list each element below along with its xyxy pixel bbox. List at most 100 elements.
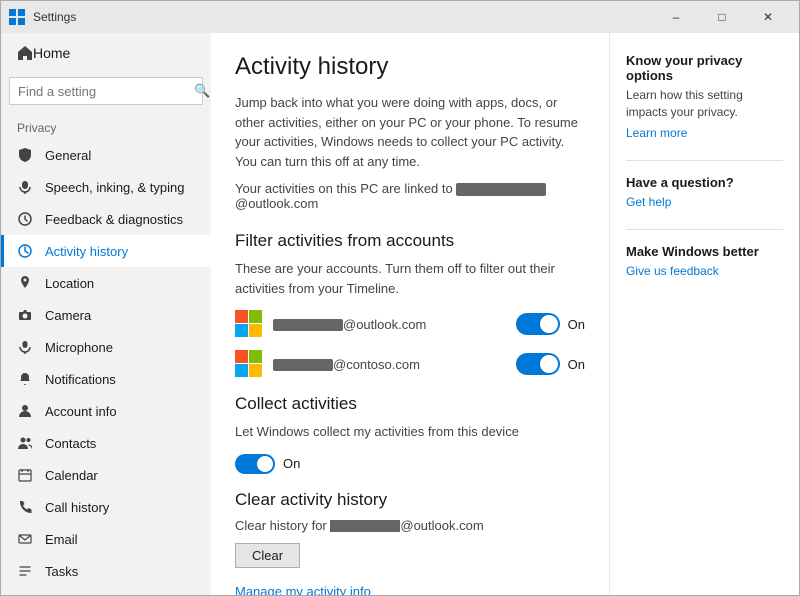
- sidebar-item-notifications[interactable]: Notifications: [1, 363, 211, 395]
- right-panel: Know your privacy options Learn how this…: [609, 33, 799, 595]
- toggle-label-2: On: [568, 357, 585, 372]
- sidebar-item-label: Contacts: [45, 436, 96, 451]
- tasks-icon: [17, 563, 33, 579]
- account-email-2: @contoso.com: [273, 357, 506, 372]
- people-icon: [17, 435, 33, 451]
- collect-section-title: Collect activities: [235, 394, 585, 414]
- bell-icon: [17, 371, 33, 387]
- person-icon: [17, 403, 33, 419]
- filter-section-desc: These are your accounts. Turn them off t…: [235, 259, 585, 298]
- right-feedback-title: Make Windows better: [626, 244, 783, 259]
- sidebar: Home 🔍 Privacy General Speech, inkin: [1, 33, 211, 595]
- calendar-icon: [17, 467, 33, 483]
- clear-section: Clear activity history Clear history for…: [235, 490, 585, 568]
- search-box[interactable]: 🔍: [9, 77, 203, 105]
- toggle-account-2[interactable]: [516, 353, 560, 375]
- collect-toggle-label: On: [283, 456, 300, 471]
- right-section-question: Have a question? Get help: [626, 175, 783, 209]
- sidebar-item-tasks[interactable]: Tasks: [1, 555, 211, 587]
- sidebar-item-account-info[interactable]: Account info: [1, 395, 211, 427]
- clock-icon: [17, 243, 33, 259]
- sidebar-item-calendar[interactable]: Calendar: [1, 459, 211, 491]
- account-row-2: @contoso.com On: [235, 350, 585, 378]
- sidebar-item-label: Email: [45, 532, 78, 547]
- feedback-icon: [17, 211, 33, 227]
- right-divider-2: [626, 229, 783, 230]
- shield-icon: [17, 147, 33, 163]
- ms-logo-1: [235, 310, 263, 338]
- app-icon: [9, 9, 25, 25]
- window-title: Settings: [33, 10, 653, 24]
- sidebar-item-label: Call history: [45, 500, 109, 515]
- privacy-section-label: Privacy: [1, 113, 211, 139]
- toggle-container-1: On: [516, 313, 585, 335]
- email-icon: [17, 531, 33, 547]
- collect-section: Collect activities Let Windows collect m…: [235, 394, 585, 474]
- main-content: Activity history Jump back into what you…: [211, 33, 609, 595]
- camera-icon: [17, 307, 33, 323]
- content-area: Home 🔍 Privacy General Speech, inkin: [1, 33, 799, 595]
- sidebar-item-label: Account info: [45, 404, 117, 419]
- sidebar-item-home[interactable]: Home: [1, 33, 211, 73]
- toggle-container-2: On: [516, 353, 585, 375]
- right-divider-1: [626, 160, 783, 161]
- sidebar-item-label: Camera: [45, 308, 91, 323]
- clear-section-title: Clear activity history: [235, 490, 585, 510]
- toggle-account-1[interactable]: [516, 313, 560, 335]
- sidebar-item-label: Calendar: [45, 468, 98, 483]
- sidebar-item-speech[interactable]: Speech, inking, & typing: [1, 171, 211, 203]
- sidebar-item-camera[interactable]: Camera: [1, 299, 211, 331]
- sidebar-item-microphone[interactable]: Microphone: [1, 331, 211, 363]
- sidebar-item-label: Activity history: [45, 244, 128, 259]
- sidebar-item-call-history[interactable]: Call history: [1, 491, 211, 523]
- give-feedback-link[interactable]: Give us feedback: [626, 264, 719, 278]
- settings-window: Settings – □ ✕ Home 🔍: [0, 0, 800, 596]
- sidebar-item-label: Tasks: [45, 564, 78, 579]
- sidebar-item-label: Feedback & diagnostics: [45, 212, 183, 227]
- sidebar-item-general[interactable]: General: [1, 139, 211, 171]
- page-description: Jump back into what you were doing with …: [235, 93, 585, 171]
- filter-section: Filter activities from accounts These ar…: [235, 231, 585, 378]
- sidebar-item-label: General: [45, 148, 91, 163]
- account-row-1: @outlook.com On: [235, 310, 585, 338]
- right-question-title: Have a question?: [626, 175, 783, 190]
- sidebar-item-label: Microphone: [45, 340, 113, 355]
- sidebar-item-label: Speech, inking, & typing: [45, 180, 184, 195]
- clear-button[interactable]: Clear: [235, 543, 300, 568]
- location-icon: [17, 275, 33, 291]
- linked-account-text: Your activities on this PC are linked to…: [235, 181, 585, 211]
- phone-icon: [17, 499, 33, 515]
- right-section-privacy: Know your privacy options Learn how this…: [626, 53, 783, 140]
- sidebar-item-label: Notifications: [45, 372, 116, 387]
- sidebar-item-feedback[interactable]: Feedback & diagnostics: [1, 203, 211, 235]
- page-title: Activity history: [235, 53, 585, 81]
- minimize-button[interactable]: –: [653, 1, 699, 33]
- titlebar: Settings – □ ✕: [1, 1, 799, 33]
- maximize-button[interactable]: □: [699, 1, 745, 33]
- search-icon: 🔍: [194, 83, 210, 99]
- close-button[interactable]: ✕: [745, 1, 791, 33]
- home-label: Home: [33, 45, 70, 61]
- sidebar-item-label: Location: [45, 276, 94, 291]
- right-privacy-title: Know your privacy options: [626, 53, 783, 83]
- search-input[interactable]: [18, 84, 194, 99]
- filter-section-title: Filter activities from accounts: [235, 231, 585, 251]
- home-icon: [17, 45, 33, 61]
- manage-activity-link[interactable]: Manage my activity info: [235, 584, 371, 595]
- sidebar-item-activity[interactable]: Activity history: [1, 235, 211, 267]
- window-controls: – □ ✕: [653, 1, 791, 33]
- sidebar-item-location[interactable]: Location: [1, 267, 211, 299]
- get-help-link[interactable]: Get help: [626, 195, 671, 209]
- microphone-icon: [17, 339, 33, 355]
- collect-toggle[interactable]: [235, 454, 275, 474]
- learn-more-link[interactable]: Learn more: [626, 126, 687, 140]
- linked-account-redacted: [456, 183, 546, 196]
- sidebar-item-contacts[interactable]: Contacts: [1, 427, 211, 459]
- right-section-feedback: Make Windows better Give us feedback: [626, 244, 783, 278]
- sidebar-item-email[interactable]: Email: [1, 523, 211, 555]
- collect-toggle-container: On: [235, 454, 585, 474]
- clear-desc: Clear history for @outlook.com: [235, 518, 585, 533]
- right-privacy-desc: Learn how this setting impacts your priv…: [626, 87, 783, 121]
- account-email-1: @outlook.com: [273, 317, 506, 332]
- speech-icon: [17, 179, 33, 195]
